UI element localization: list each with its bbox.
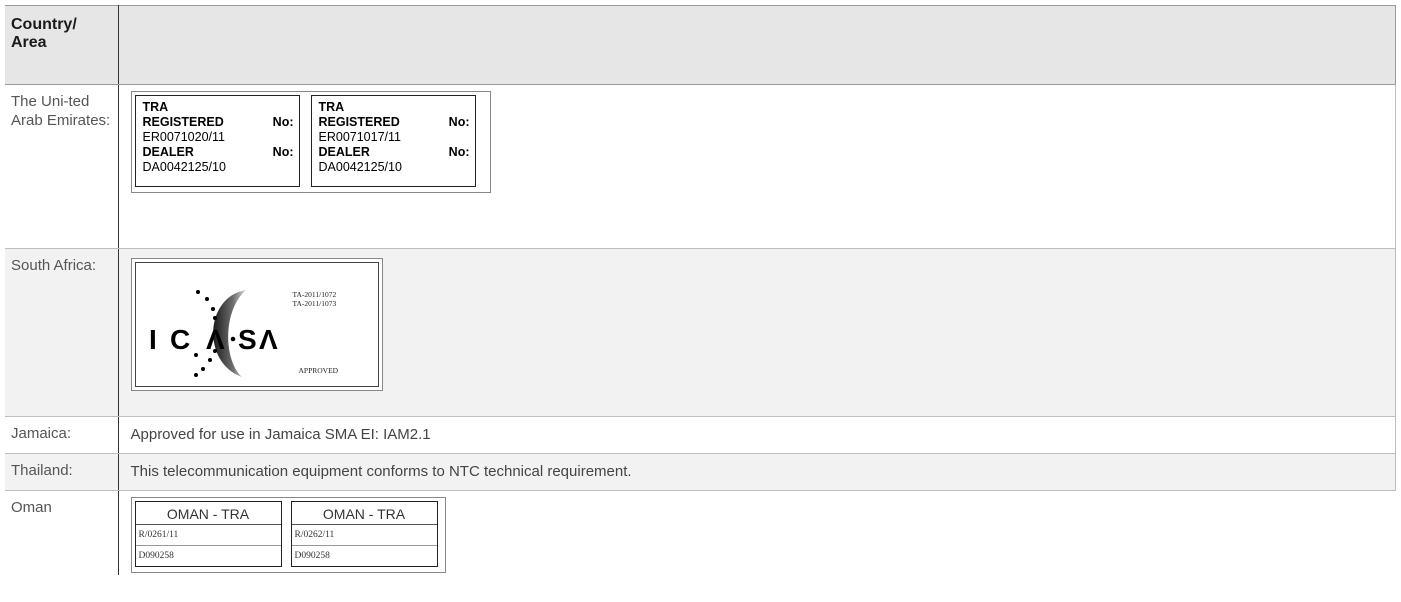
svg-text:I: I [149, 324, 157, 355]
country-name: The Uni-ted Arab Emirates: [11, 93, 111, 129]
table-row-uae: The Uni-ted Arab Emirates: TRA REGISTERE… [5, 84, 1396, 249]
country-cell: Jamaica: [5, 416, 119, 454]
icasa-code-1: TA-2011/1072 [292, 290, 337, 299]
country-name: Jamaica: [11, 425, 72, 442]
icasa-approved-text: APPROVED [298, 366, 339, 375]
table-row-jamaica: Jamaica: Approved for use in Jamaica SMA… [5, 416, 1396, 454]
icasa-logo: I C Λ S Λ [149, 290, 278, 377]
approval-text: Approved for use in Jamaica SMA EI: IAM2… [130, 426, 431, 443]
country-cell: Thailand: [5, 453, 119, 491]
svg-text:Λ: Λ [206, 324, 225, 355]
oman-label: OMAN - TRA R/0261/11 D090258 [134, 501, 282, 567]
dealer-label: DEALER [318, 145, 370, 159]
registered-no: No: [448, 115, 470, 129]
svg-text:Λ: Λ [259, 324, 278, 355]
dealer-label: DEALER [142, 145, 194, 159]
svg-text:S: S [238, 324, 257, 355]
table-row-south-africa: South Africa: I C Λ S Λ TA-2011/1072 TA-… [5, 248, 1396, 417]
dealer-number: DA0042125/10 [142, 160, 226, 174]
oman-label-title: OMAN - TRA [135, 502, 281, 525]
registered-line: REGISTERED No: [319, 115, 475, 130]
svg-text:C: C [170, 324, 190, 355]
country-cell: Oman [5, 490, 119, 575]
dealer-number: DA0042125/10 [318, 160, 402, 174]
tra-title: TRA [318, 100, 345, 114]
oman-registration-number: R/0261/11 [135, 525, 281, 546]
dealer-line: DEALER No: [143, 145, 299, 160]
oman-dealer-number: D090258 [294, 551, 330, 561]
registration-number: ER0071020/11 [142, 130, 225, 144]
registered-label: REGISTERED [142, 115, 224, 129]
icasa-letters: I C Λ S Λ [149, 324, 278, 355]
header-row: Country/ Area [5, 5, 1396, 85]
country-cell: South Africa: [5, 248, 119, 417]
country-name: Oman [11, 499, 52, 516]
registered-no: No: [272, 115, 294, 129]
oman-dealer-number: D090258 [138, 551, 174, 561]
header-value-cell [118, 5, 1396, 85]
oman-label-title: OMAN - TRA [291, 502, 437, 525]
value-cell: This telecommunication equipment conform… [118, 453, 1396, 491]
approvals-table: Country/ Area The Uni-ted Arab Emirates:… [5, 5, 1396, 575]
tra-label: TRA REGISTERED No: ER0071020/11 DEALER N… [134, 95, 300, 187]
header-country-cell: Country/ Area [5, 5, 119, 85]
value-cell: Approved for use in Jamaica SMA EI: IAM2… [118, 416, 1396, 454]
approval-text: This telecommunication equipment conform… [130, 463, 632, 480]
dealer-no: No: [272, 145, 294, 159]
oman-registration-number: R/0262/11 [291, 525, 437, 546]
registered-label: REGISTERED [318, 115, 400, 129]
dealer-no: No: [448, 145, 470, 159]
country-cell: The Uni-ted Arab Emirates: [5, 84, 119, 249]
registered-line: REGISTERED No: [143, 115, 299, 130]
uae-label-frame: TRA REGISTERED No: ER0071020/11 DEALER N… [130, 91, 491, 193]
oman-label-frame: OMAN - TRA R/0261/11 D090258 OMAN - TRA … [130, 497, 446, 573]
tra-title: TRA [142, 100, 169, 114]
value-cell: TRA REGISTERED No: ER0071020/11 DEALER N… [118, 84, 1396, 249]
country-name: Thailand: [11, 462, 73, 479]
value-cell: OMAN - TRA R/0261/11 D090258 OMAN - TRA … [118, 491, 1396, 575]
icasa-label: I C Λ S Λ TA-2011/1072 TA-2011/1073 APPR… [134, 262, 379, 387]
country-name: South Africa: [11, 257, 97, 274]
header-country-label: Country/ Area [11, 16, 77, 51]
icasa-label-frame: I C Λ S Λ TA-2011/1072 TA-2011/1073 APPR… [130, 258, 383, 391]
tra-label: TRA REGISTERED No: ER0071017/11 DEALER N… [310, 95, 476, 187]
table-row-oman: Oman OMAN - TRA R/0261/11 D090258 OMAN -… [5, 490, 1396, 575]
registration-number: ER0071017/11 [318, 130, 401, 144]
oman-label: OMAN - TRA R/0262/11 D090258 [290, 501, 438, 567]
table-row-thailand: Thailand: This telecommunication equipme… [5, 453, 1396, 491]
icasa-code-2: TA-2011/1073 [292, 299, 337, 308]
value-cell: I C Λ S Λ TA-2011/1072 TA-2011/1073 APPR… [118, 248, 1396, 417]
dealer-line: DEALER No: [319, 145, 475, 160]
